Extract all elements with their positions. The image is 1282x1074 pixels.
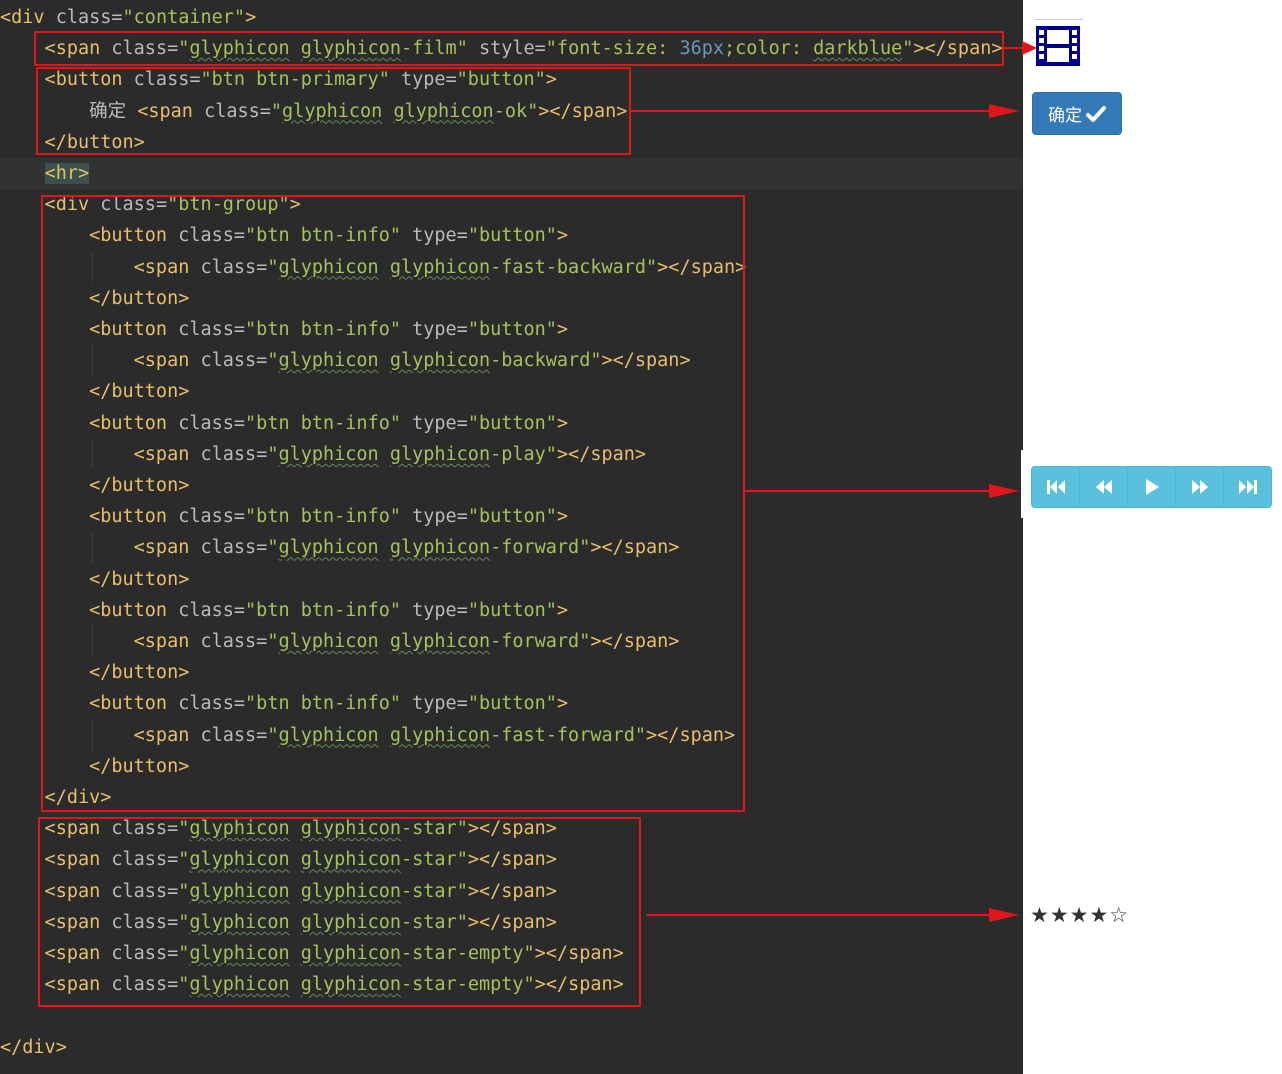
annotation-arrow-ok bbox=[631, 104, 1019, 118]
fast-forward-button[interactable] bbox=[1223, 466, 1272, 508]
forward-button[interactable] bbox=[1175, 466, 1224, 508]
code-line: <div class="container"> bbox=[0, 7, 257, 28]
annotation-arrow-button-group bbox=[745, 484, 1019, 498]
forward-icon bbox=[1191, 480, 1208, 494]
star-rating: ★★★★☆ bbox=[1030, 903, 1130, 927]
annotation-box-stars bbox=[38, 817, 641, 1007]
confirm-button-label: 确定 bbox=[1048, 106, 1082, 126]
annotation-arrow-film bbox=[1004, 41, 1037, 55]
confirm-button[interactable]: 确定 bbox=[1032, 92, 1122, 135]
fast-backward-icon bbox=[1046, 480, 1065, 494]
play-icon bbox=[1145, 479, 1159, 495]
preview-divider bbox=[1035, 19, 1083, 20]
code-line: <hr> bbox=[0, 158, 1023, 189]
annotation-arrow-stars bbox=[647, 908, 1019, 922]
checkmark-icon bbox=[1086, 105, 1106, 122]
annotation-box-film bbox=[34, 31, 1004, 66]
play-button[interactable] bbox=[1127, 466, 1176, 508]
annotation-box-button-group bbox=[41, 195, 745, 812]
fast-forward-icon bbox=[1238, 480, 1257, 494]
fast-backward-button[interactable] bbox=[1031, 466, 1080, 508]
backward-button[interactable] bbox=[1079, 466, 1128, 508]
film-icon bbox=[1036, 26, 1080, 66]
backward-icon bbox=[1095, 480, 1112, 494]
preview-edge bbox=[1021, 450, 1024, 518]
code-line: </div> bbox=[0, 1036, 67, 1058]
annotation-box-ok-button bbox=[36, 67, 631, 155]
media-button-group bbox=[1031, 466, 1272, 508]
